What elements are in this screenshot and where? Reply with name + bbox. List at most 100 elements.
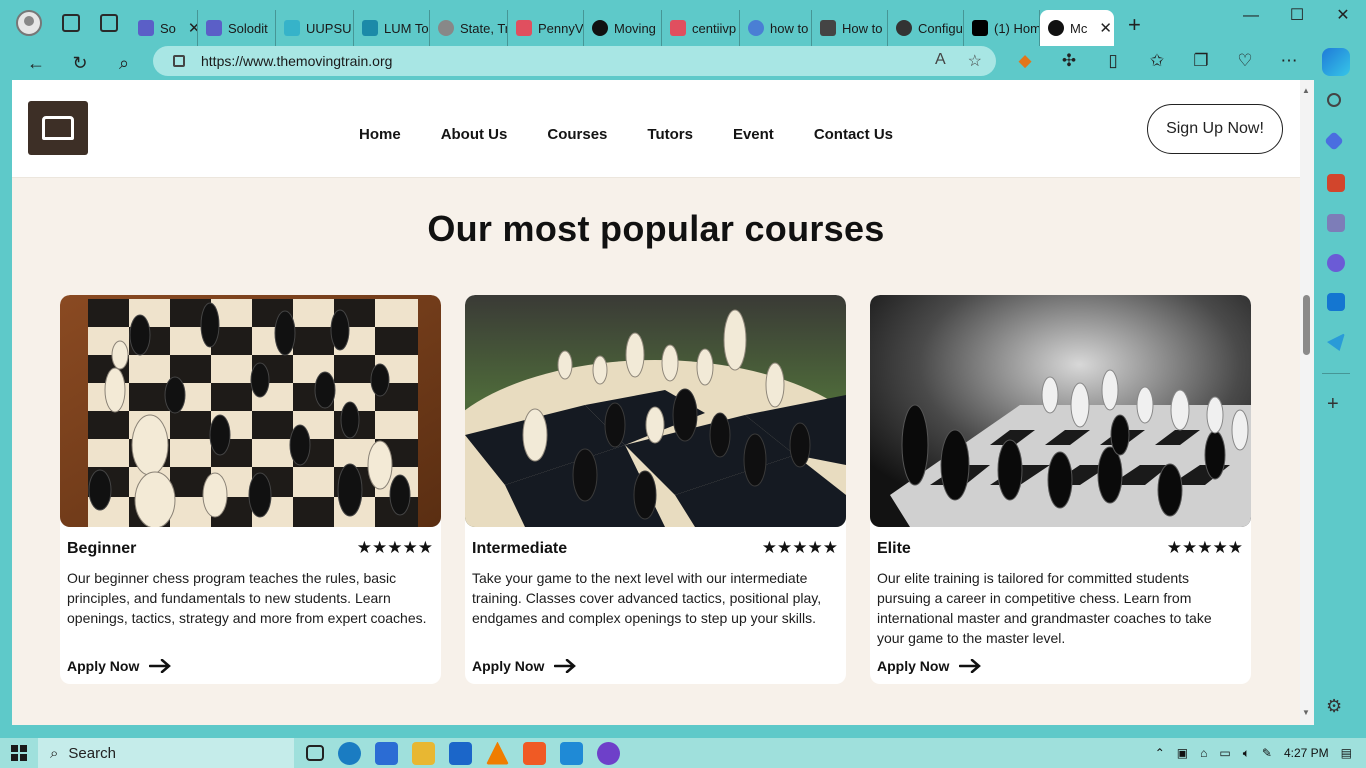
favorites-icon[interactable]: ✩ [1144,48,1170,74]
minimize-icon[interactable]: — [1228,0,1274,32]
copilot-icon[interactable] [1322,48,1350,76]
tab-label: Moving [614,20,656,36]
tab-active[interactable]: Mc ✕ [1040,10,1114,46]
tab-10[interactable]: Configu [888,10,964,46]
pen-icon[interactable]: ✎ [1262,746,1272,760]
apply-now-link[interactable]: Apply Now [877,658,982,674]
search-icon[interactable]: ⌕ [102,53,146,74]
site-logo[interactable] [28,101,88,155]
refresh-icon[interactable]: ↻ [58,53,102,74]
taskbar-search[interactable]: ⌕ Search [38,738,294,768]
rating-stars-icon: ★★★★★ [761,538,838,557]
read-aloud-icon[interactable]: A [935,51,946,71]
file-explorer-icon[interactable] [412,741,435,765]
extensions-icon[interactable]: ✣ [1056,48,1082,74]
tab-8[interactable]: how to [740,10,812,46]
brave-app-icon[interactable] [523,741,546,765]
main-nav: Home About Us Courses Tutors Event Conta… [359,126,893,143]
vlc-app-icon[interactable] [486,741,509,765]
sign-up-button[interactable]: Sign Up Now! [1147,104,1283,154]
tab-1[interactable]: Solodit [198,10,276,46]
course-title: Intermediate [472,540,568,557]
workspaces-icon[interactable] [62,14,80,32]
sidebar-add-icon[interactable]: + [1327,393,1339,416]
nav-link-event[interactable]: Event [733,126,774,143]
tab-6[interactable]: Moving [584,10,662,46]
task-view-icon[interactable] [306,745,324,761]
profile-avatar-icon[interactable] [16,10,42,36]
course-description: Take your game to the next level with ou… [472,570,822,626]
tab-actions-icon[interactable] [100,14,118,32]
tab-9[interactable]: How to [812,10,888,46]
more-menu-icon[interactable]: ⋯ [1276,48,1302,74]
train-logo-icon [42,116,74,140]
new-tab-icon[interactable]: + [1128,12,1141,38]
close-tab-icon[interactable]: ✕ [188,19,197,37]
tab-label: So [160,20,176,36]
tab-11[interactable]: (1) Hom [964,10,1040,46]
sidebar-settings-icon[interactable]: ⚙ [1326,696,1342,717]
address-url[interactable]: https://www.themovingtrain.org [201,53,392,69]
maximize-icon[interactable]: ☐ [1274,0,1320,32]
sidebar-search-icon[interactable] [1327,93,1341,107]
course-image-intermediate [465,295,846,527]
section-title: Our most popular courses [427,208,885,249]
close-window-icon[interactable]: ✕ [1320,0,1366,32]
favorite-star-icon[interactable]: ☆ [968,51,982,71]
sidebar-copilot-icon[interactable] [1327,254,1345,272]
edge-app-icon[interactable] [338,741,361,765]
sidebar-telegram-icon[interactable] [1327,333,1345,351]
apply-now-link[interactable]: Apply Now [67,658,172,674]
sidebar-tools-icon[interactable] [1327,174,1345,192]
nav-link-about[interactable]: About Us [441,126,508,143]
store-app-icon[interactable] [375,741,398,765]
address-bar[interactable]: https://www.themovingtrain.org A ☆ [153,46,996,76]
vscode-app-icon[interactable] [560,741,583,765]
page-scrollbar[interactable]: ▲ ▼ [1300,80,1314,725]
clock[interactable]: 4:27 PM [1284,746,1329,760]
nav-link-tutors[interactable]: Tutors [647,126,693,143]
tab-0[interactable]: So ✕ [130,10,198,46]
split-screen-icon[interactable]: ▯ [1100,48,1126,74]
network-icon[interactable]: ⌂ [1200,746,1207,760]
metamask-extension-icon[interactable]: ◆ [1012,48,1038,74]
browser-essentials-icon[interactable]: ♡ [1232,48,1258,74]
lock-icon[interactable] [173,55,185,67]
nav-link-home[interactable]: Home [359,126,401,143]
meet-now-icon[interactable]: ▣ [1177,746,1188,760]
back-icon[interactable]: ← [14,53,58,74]
collections-icon[interactable]: ❐ [1188,48,1214,74]
close-tab-icon[interactable]: ✕ [1099,19,1112,37]
volume-icon[interactable]: 🔈︎ [1243,746,1250,761]
windows-logo-icon [11,745,27,761]
course-image-beginner [60,295,441,527]
arrow-right-icon [554,659,577,673]
tab-3[interactable]: LUM To [354,10,430,46]
tab-2[interactable]: UUPSU [276,10,354,46]
scroll-up-icon[interactable]: ▲ [1302,86,1310,95]
browser-title-bar: So ✕ Solodit UUPSU LUM To State, Tr Penny… [0,0,1366,46]
scrollbar-thumb[interactable] [1303,295,1310,355]
github-desktop-icon[interactable] [597,741,620,765]
mail-app-icon[interactable] [449,741,472,765]
sidebar-divider [1322,373,1350,374]
system-tray: ⌃ ▣ ⌂ ▭ 🔈︎ ✎ 4:27 PM ▤ [1155,738,1366,768]
apply-now-label: Apply Now [877,658,950,674]
sidebar-shopping-icon[interactable] [1324,131,1344,151]
tab-7[interactable]: centiivp [662,10,740,46]
battery-icon[interactable]: ▭ [1219,746,1230,760]
tab-5[interactable]: PennyV [508,10,584,46]
apply-now-link[interactable]: Apply Now [472,658,577,674]
course-description: Our elite training is tailored for commi… [877,570,1212,646]
scroll-down-icon[interactable]: ▼ [1302,708,1310,717]
sidebar-games-icon[interactable] [1327,214,1345,232]
tab-favicon-icon [670,20,686,36]
nav-link-contact[interactable]: Contact Us [814,126,893,143]
tab-4[interactable]: State, Tr [430,10,508,46]
edge-sidebar: + ⚙ [1314,80,1366,730]
tray-overflow-icon[interactable]: ⌃ [1155,746,1165,760]
notifications-icon[interactable]: ▤ [1341,746,1352,760]
start-button[interactable] [0,738,38,768]
nav-link-courses[interactable]: Courses [547,126,607,143]
sidebar-outlook-icon[interactable] [1327,293,1345,311]
